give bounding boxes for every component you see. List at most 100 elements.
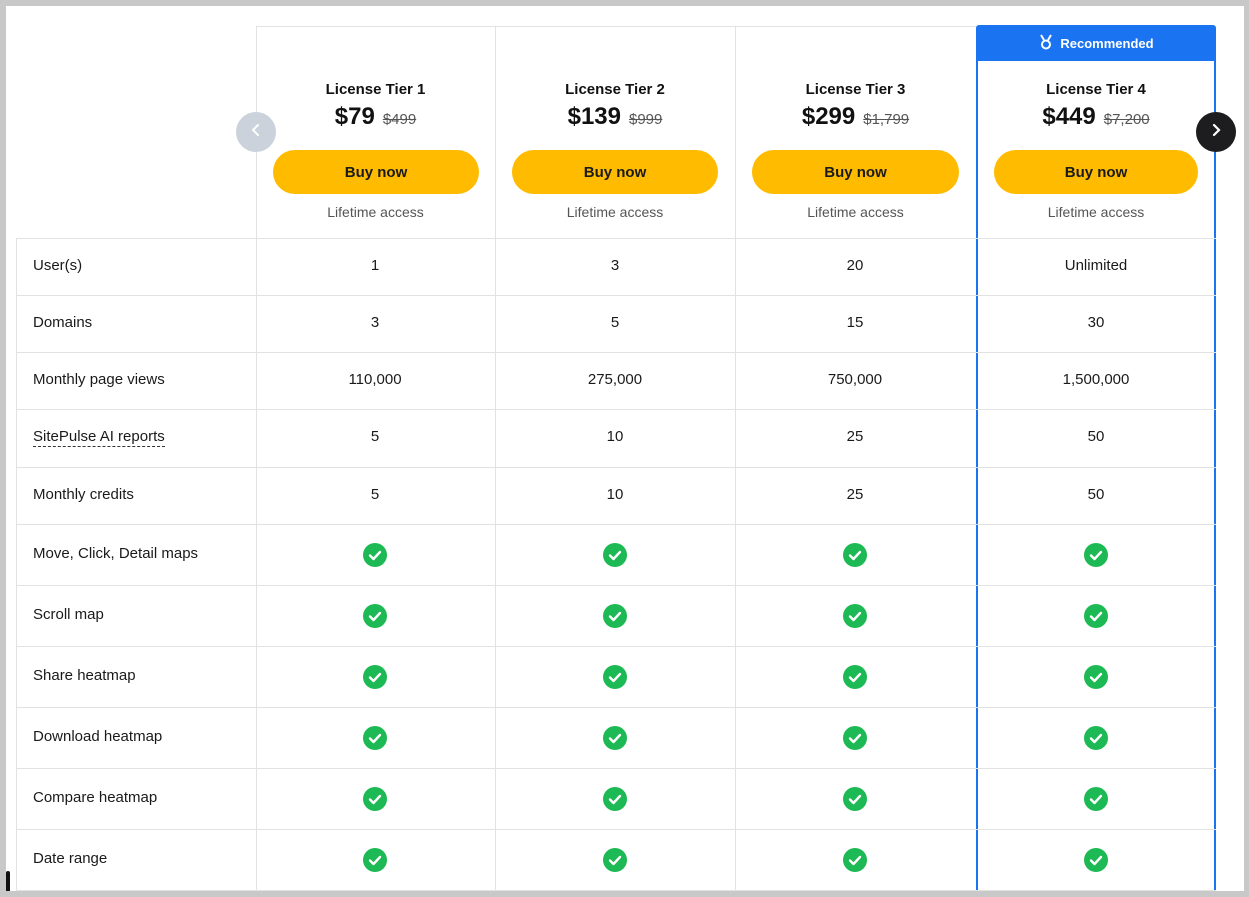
old-price: $1,799 — [863, 111, 910, 128]
feature-value: 110,000 — [348, 370, 402, 388]
row-divider — [16, 829, 1216, 830]
check-circle-icon — [843, 542, 867, 567]
row-divider — [16, 768, 1216, 769]
chevron-left-icon — [249, 123, 263, 142]
old-price: $499 — [382, 111, 417, 128]
feature-value: 1 — [370, 256, 380, 274]
check-circle-icon — [363, 725, 387, 750]
table-left-border — [16, 238, 17, 891]
check-circle-icon — [603, 542, 627, 567]
price: $79 — [334, 103, 375, 130]
feature-value: 750,000 — [827, 370, 883, 388]
tier-name: License Tier 2 — [565, 81, 665, 98]
access-note: Lifetime access — [566, 204, 664, 220]
price-row: $79 $499 — [256, 103, 495, 131]
check-circle-icon — [603, 786, 627, 811]
feature-value: Unlimited — [1064, 256, 1128, 274]
check-circle-icon — [1084, 786, 1108, 811]
tier-name: License Tier 3 — [805, 81, 906, 98]
tier-1: License Tier 1 $79 $499 Buy now Lifetime… — [256, 26, 495, 239]
feature-value: 5 — [370, 485, 380, 503]
check-circle-icon — [1084, 847, 1108, 872]
feature-label: Date range — [33, 849, 108, 867]
price: $299 — [801, 103, 856, 130]
check-circle-icon — [363, 664, 387, 689]
access-note: Lifetime access — [807, 204, 904, 220]
tier-name: License Tier 4 — [1046, 81, 1146, 98]
row-divider — [16, 238, 1216, 239]
feature-value: 25 — [846, 485, 864, 503]
row-divider — [16, 352, 1216, 353]
carousel-prev-button[interactable] — [236, 112, 276, 152]
check-circle-icon — [363, 847, 387, 872]
access-note: Lifetime access — [1047, 204, 1145, 220]
edge-marker — [6, 871, 10, 891]
feature-label: Compare heatmap — [33, 788, 158, 806]
buy-now-button[interactable]: Buy now — [994, 150, 1198, 194]
tier-3: License Tier 3 $299 $1,799 Buy now Lifet… — [735, 26, 976, 239]
price: $449 — [1042, 103, 1096, 130]
check-circle-icon — [843, 725, 867, 750]
feature-value: 10 — [606, 428, 624, 445]
row-divider — [16, 467, 1216, 468]
check-circle-icon — [843, 603, 867, 628]
old-price: $999 — [629, 111, 663, 128]
check-circle-icon — [363, 786, 387, 811]
check-circle-icon — [603, 664, 627, 689]
feature-value: 15 — [846, 313, 864, 331]
feature-value: 25 — [846, 428, 864, 445]
feature-label: Monthly credits — [33, 485, 134, 503]
check-circle-icon — [363, 603, 387, 628]
price: $139 — [567, 103, 621, 130]
feature-label[interactable]: SitePulse AI reports — [33, 428, 165, 447]
old-price: $7,200 — [1103, 111, 1150, 128]
feature-value: 3 — [610, 256, 620, 274]
check-circle-icon — [1084, 725, 1108, 750]
price-row: $449 $7,200 — [976, 103, 1216, 131]
feature-label: Monthly page views — [33, 370, 165, 388]
row-divider — [16, 409, 1216, 410]
buy-now-button[interactable]: Buy now — [752, 150, 959, 194]
pricing-frame: Recommended License Tier 1 $79 $499 Buy … — [6, 6, 1244, 891]
buy-now-button[interactable]: Buy now — [273, 150, 479, 194]
row-divider — [16, 295, 1216, 296]
feature-value: 5 — [610, 313, 620, 331]
price-row: $139 $999 — [495, 103, 735, 131]
feature-label: Domains — [33, 313, 93, 331]
feature-value: 5 — [370, 428, 380, 445]
feature-label: Scroll map — [33, 605, 104, 623]
buy-now-button[interactable]: Buy now — [512, 150, 718, 194]
feature-value: 50 — [1087, 428, 1105, 445]
feature-label: Share heatmap — [33, 666, 136, 684]
row-divider — [16, 585, 1216, 586]
row-divider — [16, 707, 1216, 708]
feature-value: 275,000 — [587, 370, 643, 388]
feature-label: Download heatmap — [33, 727, 163, 745]
carousel-next-button[interactable] — [1196, 112, 1236, 152]
feature-value: 50 — [1087, 485, 1105, 503]
check-circle-icon — [843, 664, 867, 689]
access-note: Lifetime access — [327, 204, 424, 220]
tier-2: License Tier 2 $139 $999 Buy now Lifetim… — [495, 26, 735, 239]
feature-value: 20 — [846, 256, 864, 274]
feature-value: 1,500,000 — [1062, 370, 1130, 388]
chevron-right-icon — [1209, 123, 1223, 142]
feature-value: 30 — [1087, 313, 1105, 331]
feature-value: 3 — [370, 313, 380, 331]
check-circle-icon — [843, 786, 867, 811]
check-circle-icon — [603, 847, 627, 872]
check-circle-icon — [1084, 603, 1108, 628]
tier-name: License Tier 1 — [325, 81, 426, 98]
tier-4: License Tier 4 $449 $7,200 Buy now Lifet… — [976, 26, 1216, 239]
row-divider — [16, 890, 1216, 891]
check-circle-icon — [603, 725, 627, 750]
feature-label: User(s) — [33, 256, 83, 274]
feature-value: 10 — [606, 485, 624, 503]
feature-label: Move, Click, Detail maps — [33, 544, 199, 562]
row-divider — [16, 646, 1216, 647]
check-circle-icon — [1084, 664, 1108, 689]
check-circle-icon — [603, 603, 627, 628]
row-divider — [16, 524, 1216, 525]
check-circle-icon — [843, 847, 867, 872]
check-circle-icon — [1084, 542, 1108, 567]
